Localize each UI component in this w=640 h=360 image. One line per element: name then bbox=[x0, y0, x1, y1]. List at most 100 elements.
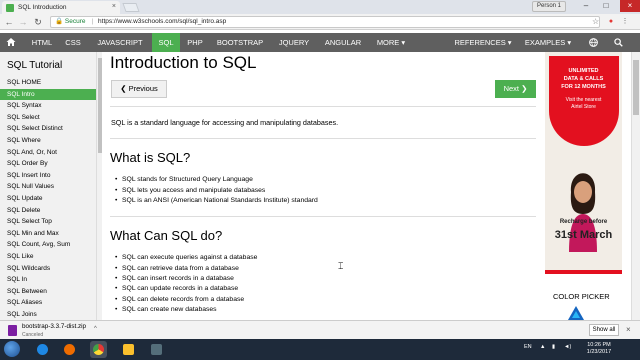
divider bbox=[110, 106, 536, 107]
ad-line: DATA & CALLS bbox=[563, 76, 604, 82]
sidebar-item-sql-count-avg-sum[interactable]: SQL Count, Avg, Sum bbox=[0, 239, 96, 251]
extension-icon[interactable]: ● bbox=[606, 17, 616, 27]
taskbar-app-icon[interactable] bbox=[120, 341, 137, 358]
nav-javascript[interactable]: JAVASCRIPT bbox=[91, 33, 149, 52]
sidebar-item-sql-wildcards[interactable]: SQL Wildcards bbox=[0, 263, 96, 275]
menu-icon[interactable]: ⋮ bbox=[620, 17, 630, 27]
nav-examples[interactable]: EXAMPLES ▾ bbox=[523, 33, 573, 52]
sidebar-item-sql-home[interactable]: SQL HOME bbox=[0, 77, 96, 89]
sidebar-item-sql-intro[interactable]: SQL Intro bbox=[0, 88, 96, 101]
input-language[interactable]: EN bbox=[524, 344, 532, 350]
globe-icon[interactable] bbox=[584, 33, 602, 52]
system-clock[interactable]: 10:26 PM 1/23/2017 bbox=[578, 342, 620, 356]
home-icon[interactable] bbox=[0, 33, 22, 52]
sidebar-item-sql-null-values[interactable]: SQL Null Values bbox=[0, 181, 96, 193]
clock-time: 10:26 PM bbox=[587, 342, 611, 348]
sidebar-item-sql-order-by[interactable]: SQL Order By bbox=[0, 158, 96, 170]
browser-tab[interactable]: SQL Introduction × bbox=[2, 1, 120, 14]
search-icon[interactable] bbox=[609, 33, 627, 52]
sidebar-item-sql-delete[interactable]: SQL Delete bbox=[0, 205, 96, 217]
profile-button[interactable]: Person 1 bbox=[532, 1, 567, 12]
start-button[interactable] bbox=[4, 341, 20, 357]
sidebar-item-sql-select-distinct[interactable]: SQL Select Distinct bbox=[0, 123, 96, 135]
previous-button[interactable]: ❮ Previous bbox=[111, 80, 167, 98]
sidebar-item-sql-and-or-not[interactable]: SQL And, Or, Not bbox=[0, 147, 96, 159]
reload-button[interactable]: ↻ bbox=[32, 16, 44, 28]
section-what-can-sql-do-heading: What Can SQL do? bbox=[110, 228, 223, 243]
sidebar-scrollbar[interactable] bbox=[96, 52, 102, 320]
download-status: Canceled bbox=[22, 332, 44, 338]
sidebar-item-sql-aliases[interactable]: SQL Aliases bbox=[0, 297, 96, 309]
next-button[interactable]: Next ❯ bbox=[495, 80, 536, 98]
sidebar-item-sql-insert-into[interactable]: SQL Insert Into bbox=[0, 170, 96, 182]
nav-php[interactable]: PHP bbox=[183, 33, 207, 52]
list-item: SQL stands for Structured Query Language bbox=[115, 176, 253, 183]
address-bar[interactable]: 🔒 Secure | https://www.w3schools.com/sql/… bbox=[50, 16, 600, 28]
divider bbox=[110, 138, 536, 139]
new-tab-button[interactable] bbox=[122, 3, 140, 12]
url-text: https://www.w3schools.com/sql/sql_intro.… bbox=[98, 18, 227, 25]
w3schools-favicon-icon bbox=[6, 4, 14, 12]
page-scrollbar[interactable] bbox=[631, 52, 640, 320]
chevron-up-icon[interactable]: ^ bbox=[94, 326, 97, 332]
mouse-cursor-icon: ⌶ bbox=[338, 261, 344, 271]
nav-jquery[interactable]: JQUERY bbox=[274, 33, 314, 52]
sidebar-item-sql-in[interactable]: SQL In bbox=[0, 274, 96, 286]
list-item: SQL can execute queries against a databa… bbox=[115, 254, 257, 261]
network-icon[interactable]: ▮ bbox=[552, 344, 555, 350]
sidebar-item-sql-select[interactable]: SQL Select bbox=[0, 112, 96, 124]
sidebar-item-sql-update[interactable]: SQL Update bbox=[0, 193, 96, 205]
ad-line: Airtel Store bbox=[571, 104, 596, 110]
taskbar-ie-icon[interactable] bbox=[34, 341, 51, 358]
clock-date: 1/23/2017 bbox=[586, 349, 612, 355]
nav-angular[interactable]: ANGULAR bbox=[321, 33, 365, 52]
zip-file-icon bbox=[8, 325, 17, 336]
divider bbox=[110, 216, 536, 217]
secure-label: Secure bbox=[64, 18, 86, 25]
taskbar-chrome-icon[interactable] bbox=[90, 341, 107, 358]
sidebar-item-sql-min-max[interactable]: SQL Min and Max bbox=[0, 228, 96, 240]
ad-line: FOR 12 MONTHS bbox=[561, 84, 606, 90]
sidebar-item-sql-where[interactable]: SQL Where bbox=[0, 135, 96, 147]
show-all-button[interactable]: Show all bbox=[589, 324, 619, 336]
tab-close-icon[interactable]: × bbox=[112, 3, 116, 10]
download-file-name[interactable]: bootstrap-3.3.7-dist.zip bbox=[22, 323, 86, 330]
ad-bottom-strip bbox=[545, 270, 622, 274]
nav-html[interactable]: HTML bbox=[27, 33, 57, 52]
section-what-is-sql-heading: What is SQL? bbox=[110, 150, 191, 165]
sidebar-item-sql-like[interactable]: SQL Like bbox=[0, 251, 96, 263]
maximize-button[interactable]: □ bbox=[598, 0, 614, 12]
list-item: SQL can retrieve data from a database bbox=[115, 265, 239, 272]
page-scroll-thumb[interactable] bbox=[633, 60, 639, 115]
nav-references[interactable]: REFERENCES ▾ bbox=[452, 33, 514, 52]
volume-icon[interactable]: ◄) bbox=[564, 344, 571, 350]
color-picker-icon[interactable] bbox=[568, 306, 584, 320]
nav-css[interactable]: CSS bbox=[61, 33, 85, 52]
forward-button[interactable]: → bbox=[17, 16, 29, 28]
list-item: SQL can create new databases bbox=[115, 306, 217, 313]
windows-taskbar: EN ▲ ▮ ◄) 10:26 PM 1/23/2017 bbox=[0, 339, 640, 360]
close-icon[interactable]: × bbox=[626, 325, 631, 334]
sidebar-scroll-thumb[interactable] bbox=[98, 58, 102, 153]
sidebar-item-sql-syntax[interactable]: SQL Syntax bbox=[0, 100, 96, 112]
taskbar-app-icon[interactable] bbox=[148, 341, 165, 358]
advertisement[interactable]: UNLIMITED DATA & CALLS FOR 12 MONTHS Vis… bbox=[545, 52, 622, 274]
bookmark-star-icon[interactable]: ☆ bbox=[592, 17, 599, 26]
nav-sql[interactable]: SQL bbox=[152, 33, 180, 52]
color-picker-heading: COLOR PICKER bbox=[553, 292, 610, 301]
sidebar: SQL Tutorial SQL HOME SQL Intro SQL Synt… bbox=[0, 52, 96, 320]
close-window-button[interactable]: × bbox=[620, 0, 640, 12]
sidebar-item-sql-joins[interactable]: SQL Joins bbox=[0, 309, 96, 320]
sidebar-item-sql-between[interactable]: SQL Between bbox=[0, 286, 96, 298]
list-item: SQL is an ANSI (American National Standa… bbox=[115, 197, 318, 204]
nav-more[interactable]: MORE ▾ bbox=[371, 33, 411, 52]
nav-bootstrap[interactable]: BOOTSTRAP bbox=[212, 33, 268, 52]
tray-chevron-icon[interactable]: ▲ bbox=[540, 344, 545, 350]
list-item: SQL can insert records in a database bbox=[115, 275, 234, 282]
minimize-button[interactable]: – bbox=[578, 0, 594, 12]
sidebar-item-sql-select-top[interactable]: SQL Select Top bbox=[0, 216, 96, 228]
back-button[interactable]: ← bbox=[3, 16, 15, 28]
tab-title: SQL Introduction bbox=[18, 4, 67, 11]
taskbar-firefox-icon[interactable] bbox=[61, 341, 78, 358]
list-item: SQL can delete records from a database bbox=[115, 296, 244, 303]
